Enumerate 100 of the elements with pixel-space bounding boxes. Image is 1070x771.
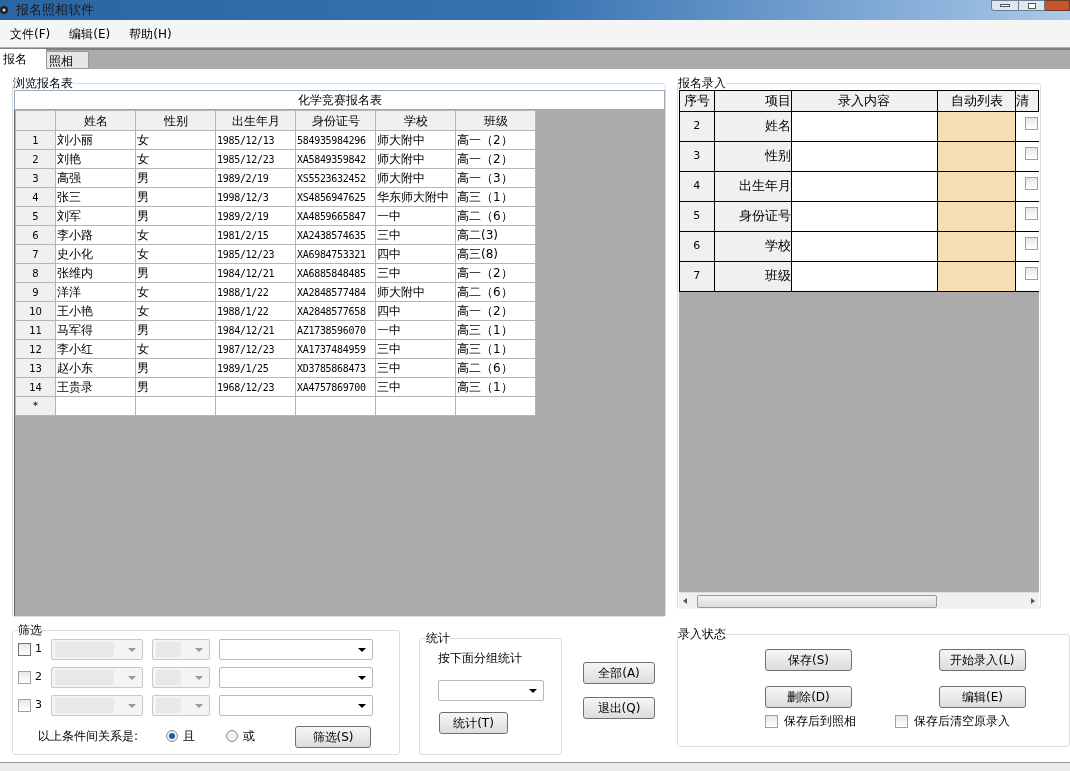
dropdown-field[interactable] — [219, 639, 373, 660]
item-label: 班级 — [714, 261, 792, 291]
checkbox[interactable] — [18, 699, 31, 712]
checkbox[interactable] — [1025, 117, 1039, 130]
minimize-button[interactable] — [991, 0, 1019, 11]
table-cell: 女 — [135, 130, 216, 150]
table-cell: XA1737484959 — [295, 339, 376, 359]
radio-button[interactable] — [166, 730, 178, 742]
item-label: 出生年月 — [714, 171, 792, 201]
column-header[interactable]: 清 — [1015, 90, 1039, 111]
table-cell: 男 — [135, 168, 216, 188]
caret-icon — [529, 688, 537, 693]
table-cell: 男 — [135, 206, 216, 226]
table-cell: 1989/2/19 — [215, 168, 296, 188]
table-cell: 女 — [135, 225, 216, 245]
input-field[interactable] — [791, 141, 938, 171]
column-header[interactable]: 录入内容 — [791, 90, 938, 111]
input-field[interactable] — [791, 201, 938, 231]
table-cell: 高二(3) — [455, 225, 536, 245]
table-cell: 女 — [135, 244, 216, 264]
table-cell: XS5523632452 — [295, 168, 376, 188]
table-cell: 李小路 — [55, 225, 136, 245]
caret-icon — [195, 647, 203, 652]
menu-item[interactable]: 文件(F) — [10, 24, 51, 43]
table-cell: 师大附中 — [375, 282, 456, 302]
checkbox[interactable] — [895, 714, 908, 728]
checkbox[interactable] — [1025, 237, 1039, 250]
column-header[interactable]: 项目 — [714, 90, 792, 111]
radio-label: 或 — [243, 728, 255, 745]
table-cell: 一中 — [375, 320, 456, 340]
push-button[interactable]: 保存(S) — [765, 649, 852, 671]
item-label: 姓名 — [714, 111, 792, 141]
auto-list-cell[interactable] — [937, 111, 1016, 141]
table-cell: 1988/1/22 — [215, 282, 296, 302]
column-header[interactable]: 性别 — [135, 110, 216, 131]
checkbox[interactable] — [1025, 147, 1039, 160]
group-hint: 按下面分组统计 — [438, 650, 523, 667]
column-header[interactable]: 班级 — [455, 110, 536, 131]
table-cell: 王小艳 — [55, 301, 136, 321]
input-field[interactable] — [791, 111, 938, 141]
filter-number: 3 — [34, 697, 43, 714]
menu-item[interactable]: 帮助(H) — [129, 24, 172, 43]
maximize-button[interactable] — [1019, 0, 1045, 11]
table-cell: 师大附中 — [375, 149, 456, 169]
dropdown-field[interactable] — [219, 667, 373, 688]
table-cell: AZ1738596070 — [295, 320, 376, 340]
tab[interactable]: 照相 — [46, 51, 89, 69]
group-title: 统计 — [426, 631, 450, 645]
column-header[interactable]: 学校 — [375, 110, 456, 131]
column-header[interactable]: 身份证号 — [295, 110, 376, 131]
column-header[interactable]: 序号 — [679, 90, 715, 111]
push-button[interactable]: 开始录入(L) — [939, 649, 1026, 671]
menu-item[interactable]: 编辑(E) — [69, 24, 111, 43]
table-cell: 四中 — [375, 301, 456, 321]
input-field[interactable] — [791, 261, 938, 291]
auto-list-cell[interactable] — [937, 171, 1016, 201]
column-header[interactable]: 姓名 — [55, 110, 136, 131]
horizontal-scrollbar[interactable] — [679, 592, 1039, 609]
checkbox[interactable] — [1025, 177, 1039, 190]
column-header[interactable]: 自动列表 — [937, 90, 1016, 111]
table-cell: 洋洋 — [55, 282, 136, 302]
table-cell: 三中 — [375, 339, 456, 359]
push-button[interactable]: 编辑(E) — [939, 686, 1026, 708]
table-cell: 三中 — [375, 263, 456, 283]
push-button[interactable]: 退出(Q) — [583, 697, 655, 719]
caret-icon — [128, 675, 136, 680]
auto-list-cell[interactable] — [937, 141, 1016, 171]
table-cell: 高强 — [55, 168, 136, 188]
table-cell: 高一（2） — [455, 301, 536, 321]
checkbox[interactable] — [1025, 207, 1039, 220]
checkbox[interactable] — [1025, 267, 1039, 280]
push-button[interactable]: 删除(D) — [765, 686, 852, 708]
checkbox[interactable] — [18, 643, 31, 656]
tab[interactable]: 报名 — [0, 49, 46, 69]
input-field[interactable] — [791, 231, 938, 261]
caret-icon — [358, 703, 366, 708]
checkbox[interactable] — [765, 714, 778, 728]
table-cell: 高一（3） — [455, 168, 536, 188]
push-button[interactable]: 统计(T) — [439, 712, 508, 734]
dropdown-field[interactable] — [438, 680, 544, 701]
table-cell: 1985/12/23 — [215, 149, 296, 169]
dropdown-field[interactable] — [219, 695, 373, 716]
auto-list-cell[interactable] — [937, 261, 1016, 291]
caret-icon — [358, 675, 366, 680]
radio-button[interactable] — [226, 730, 238, 742]
table-cell: 高三(8) — [455, 244, 536, 264]
table-cell: 高二（6） — [455, 206, 536, 226]
checkbox[interactable] — [18, 671, 31, 684]
table-cell: 高一（2） — [455, 130, 536, 150]
auto-list-cell[interactable] — [937, 231, 1016, 261]
input-field[interactable] — [791, 171, 938, 201]
table-cell: 四中 — [375, 244, 456, 264]
push-button[interactable]: 筛选(S) — [295, 726, 371, 748]
table-cell: 刘艳 — [55, 149, 136, 169]
table-cell: 三中 — [375, 225, 456, 245]
scroll-thumb[interactable] — [697, 594, 937, 608]
column-header[interactable]: 出生年月 — [215, 110, 296, 131]
table-cell: 师大附中 — [375, 130, 456, 150]
push-button[interactable]: 全部(A) — [583, 662, 655, 684]
auto-list-cell[interactable] — [937, 201, 1016, 231]
